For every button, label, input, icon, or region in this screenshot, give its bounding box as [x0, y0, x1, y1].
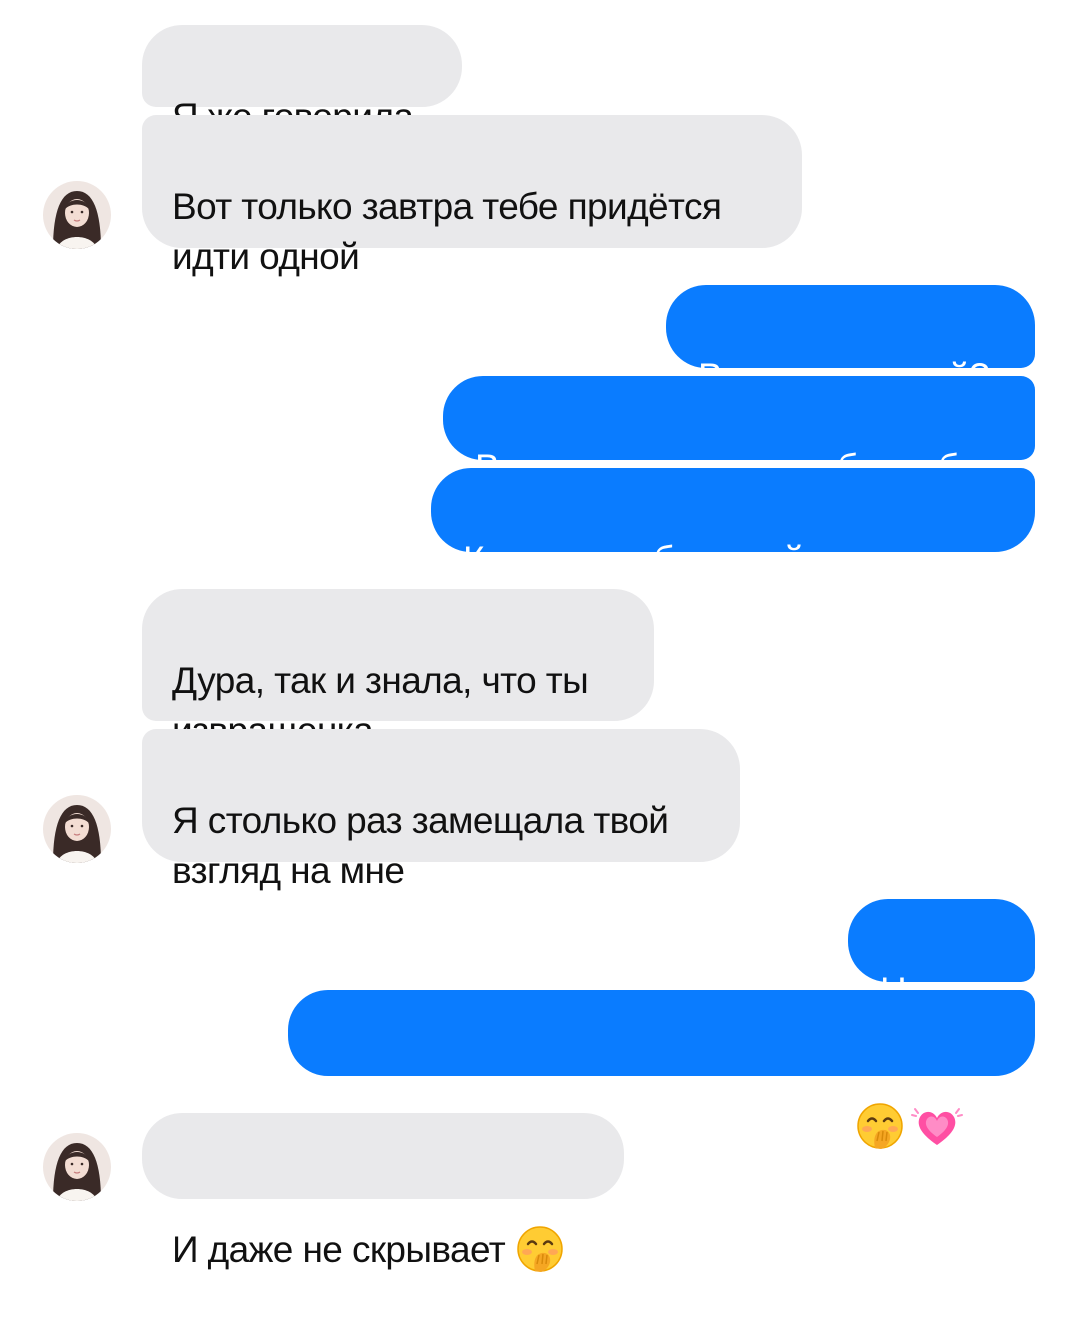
contact-avatar[interactable] — [43, 181, 111, 249]
avatar-image — [43, 795, 111, 863]
contact-avatar[interactable] — [43, 795, 111, 863]
hand-over-mouth-emoji — [515, 1174, 565, 1324]
message-text: Как это так без моей красотки — [463, 539, 959, 580]
avatar-image — [43, 1133, 111, 1201]
hand-over-mouth-emoji — [855, 1051, 905, 1201]
message-bubble-incoming[interactable]: Дура, так и знала, что ты извращенка — [142, 589, 654, 751]
message-bubble-incoming[interactable]: Я столько раз замещала твой взгляд на мн… — [142, 729, 740, 891]
message-text: Я столько раз замещала твой взгляд на мн… — [172, 800, 669, 891]
message-bubble-outgoing[interactable]: В смысле одной? — [666, 285, 1035, 397]
message-bubble-outgoing[interactable]: Как это так без моей красотки — [431, 468, 1035, 580]
message-text: И даже не скрывает — [172, 1228, 515, 1270]
message-bubble-outgoing[interactable]: Вонен я не хочу идти без тебя — [443, 376, 1035, 488]
message-bubble-incoming[interactable]: И даже не скрывает — [142, 1113, 624, 1272]
message-bubble-incoming[interactable]: Я же говорила — [142, 25, 462, 137]
message-text: Вот только завтра тебе придётся идти одн… — [172, 186, 722, 277]
growing-heart-emoji — [911, 1051, 964, 1201]
message-bubble-outgoing[interactable]: Мой взгляд всегда находит тебя — [288, 990, 1035, 1149]
contact-avatar[interactable] — [43, 1133, 111, 1201]
message-bubble-incoming[interactable]: Вот только завтра тебе придётся идти одн… — [142, 115, 802, 277]
message-bubble-outgoing[interactable]: Ну да я — [848, 899, 1035, 1011]
avatar-image — [43, 181, 111, 249]
